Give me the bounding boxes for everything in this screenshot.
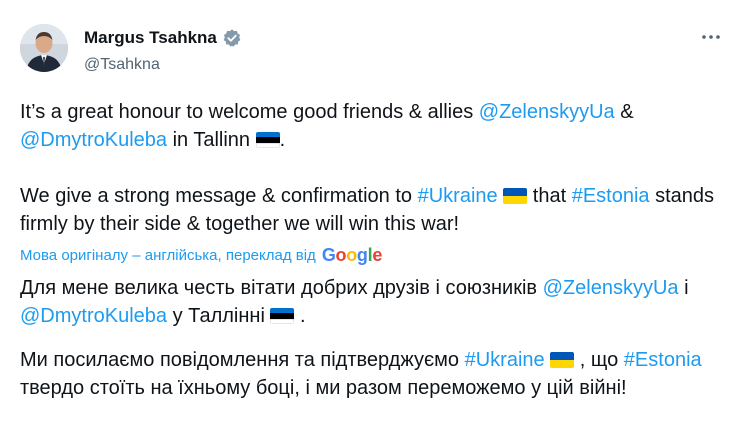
- tweet-text-original-p2: We give a strong message & confirmation …: [20, 182, 720, 238]
- text-segment: in Tallinn: [167, 129, 256, 151]
- tweet: Margus Tsahkna @Tsahkna It’s a great hon…: [0, 0, 740, 432]
- hashtag-link-estonia[interactable]: #Estonia: [572, 185, 650, 207]
- estonia-flag-icon: [255, 132, 280, 148]
- estonia-flag-icon: [270, 308, 295, 324]
- author-display-name[interactable]: Margus Tsahkna: [84, 28, 217, 48]
- tweet-text-translation-p1: Для мене велика честь вітати добрих друз…: [20, 274, 720, 330]
- ukraine-flag-icon: [550, 352, 575, 368]
- hashtag-link-ukraine[interactable]: #Ukraine: [465, 349, 545, 371]
- text-segment: Для мене велика честь вітати добрих друз…: [20, 277, 543, 299]
- tweet-text-original-p1: It’s a great honour to welcome good frie…: [20, 98, 720, 154]
- hashtag-link-ukraine[interactable]: #Ukraine: [418, 185, 498, 207]
- mention-link-zelenskyyua[interactable]: @ZelenskyyUa: [543, 277, 679, 299]
- translation-label-row[interactable]: Мова оригіналу – англійська, переклад ві…: [20, 245, 382, 266]
- text-segment: у Таллінні: [167, 305, 271, 327]
- avatar[interactable]: [20, 24, 68, 72]
- tweet-text-translation-p2: Ми посилаємо повідомлення та підтверджує…: [20, 346, 720, 402]
- text-segment: &: [614, 101, 634, 123]
- text-segment: that: [527, 185, 572, 207]
- translation-label: Мова оригіналу – англійська, переклад ві…: [20, 247, 316, 264]
- text-segment: It’s a great honour to welcome good frie…: [20, 101, 479, 123]
- google-logo: Google: [321, 245, 383, 265]
- text-segment: і: [678, 277, 689, 299]
- text-segment: , що: [574, 349, 624, 371]
- text-segment: Ми посилаємо повідомлення та підтверджує…: [20, 349, 465, 371]
- text-segment: .: [279, 129, 286, 151]
- more-options-icon[interactable]: [698, 24, 724, 50]
- author-handle[interactable]: @Tsahkna: [84, 56, 160, 74]
- text-segment: .: [294, 305, 306, 327]
- author-name-row: Margus Tsahkna: [84, 28, 242, 48]
- mention-link-zelenskyyua[interactable]: @ZelenskyyUa: [479, 101, 615, 123]
- mention-link-dmytrokuleba[interactable]: @DmytroKuleba: [20, 305, 167, 327]
- ukraine-flag-icon: [503, 188, 528, 204]
- text-segment: твердо стоїть на їхньому боці, і ми разо…: [20, 377, 627, 399]
- verified-badge-icon: [222, 28, 242, 48]
- hashtag-link-estonia[interactable]: #Estonia: [624, 349, 702, 371]
- text-segment: We give a strong message & confirmation …: [20, 185, 418, 207]
- mention-link-dmytrokuleba[interactable]: @DmytroKuleba: [20, 129, 167, 151]
